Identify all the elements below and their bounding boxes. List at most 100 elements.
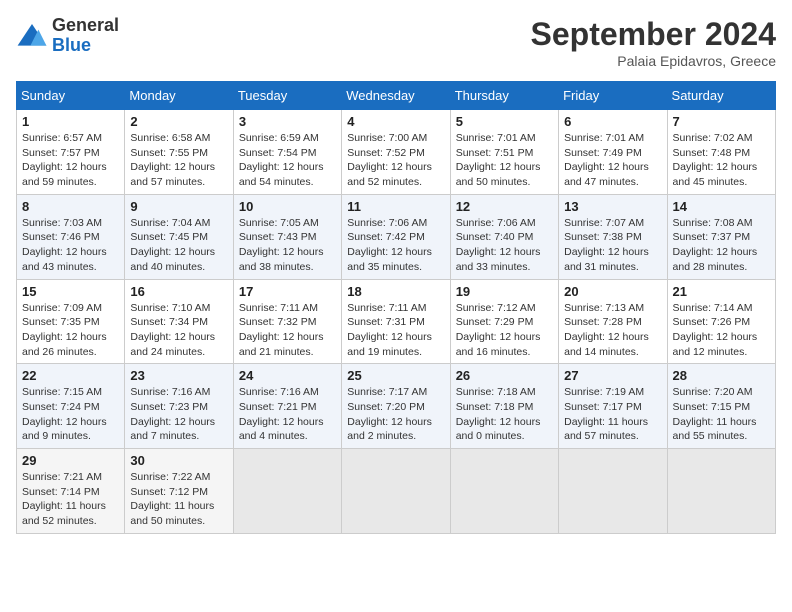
day-number: 24 xyxy=(239,368,336,383)
month-year-title: September 2024 xyxy=(531,16,776,53)
calendar-week-row: 15 Sunrise: 7:09 AM Sunset: 7:35 PM Dayl… xyxy=(17,279,776,364)
location-subtitle: Palaia Epidavros, Greece xyxy=(531,53,776,69)
col-monday: Monday xyxy=(125,82,233,110)
day-info: Sunrise: 7:15 AM Sunset: 7:24 PM Dayligh… xyxy=(22,385,119,444)
title-area: September 2024 Palaia Epidavros, Greece xyxy=(531,16,776,69)
calendar-table: Sunday Monday Tuesday Wednesday Thursday… xyxy=(16,81,776,534)
calendar-cell: 17 Sunrise: 7:11 AM Sunset: 7:32 PM Dayl… xyxy=(233,279,341,364)
day-info: Sunrise: 7:10 AM Sunset: 7:34 PM Dayligh… xyxy=(130,301,227,360)
day-number: 29 xyxy=(22,453,119,468)
day-number: 10 xyxy=(239,199,336,214)
calendar-cell xyxy=(233,449,341,534)
calendar-cell: 3 Sunrise: 6:59 AM Sunset: 7:54 PM Dayli… xyxy=(233,110,341,195)
day-number: 12 xyxy=(456,199,553,214)
day-number: 15 xyxy=(22,284,119,299)
col-thursday: Thursday xyxy=(450,82,558,110)
calendar-cell: 9 Sunrise: 7:04 AM Sunset: 7:45 PM Dayli… xyxy=(125,194,233,279)
logo: General Blue xyxy=(16,16,119,56)
day-info: Sunrise: 6:58 AM Sunset: 7:55 PM Dayligh… xyxy=(130,131,227,190)
day-info: Sunrise: 7:01 AM Sunset: 7:49 PM Dayligh… xyxy=(564,131,661,190)
day-info: Sunrise: 7:17 AM Sunset: 7:20 PM Dayligh… xyxy=(347,385,444,444)
calendar-cell: 12 Sunrise: 7:06 AM Sunset: 7:40 PM Dayl… xyxy=(450,194,558,279)
logo-blue: Blue xyxy=(52,35,91,55)
day-info: Sunrise: 7:02 AM Sunset: 7:48 PM Dayligh… xyxy=(673,131,770,190)
calendar-week-row: 8 Sunrise: 7:03 AM Sunset: 7:46 PM Dayli… xyxy=(17,194,776,279)
day-number: 4 xyxy=(347,114,444,129)
day-number: 2 xyxy=(130,114,227,129)
day-info: Sunrise: 7:04 AM Sunset: 7:45 PM Dayligh… xyxy=(130,216,227,275)
day-number: 27 xyxy=(564,368,661,383)
day-info: Sunrise: 7:11 AM Sunset: 7:32 PM Dayligh… xyxy=(239,301,336,360)
col-sunday: Sunday xyxy=(17,82,125,110)
calendar-cell: 19 Sunrise: 7:12 AM Sunset: 7:29 PM Dayl… xyxy=(450,279,558,364)
day-info: Sunrise: 7:01 AM Sunset: 7:51 PM Dayligh… xyxy=(456,131,553,190)
day-info: Sunrise: 6:57 AM Sunset: 7:57 PM Dayligh… xyxy=(22,131,119,190)
day-info: Sunrise: 7:06 AM Sunset: 7:40 PM Dayligh… xyxy=(456,216,553,275)
day-number: 19 xyxy=(456,284,553,299)
day-number: 9 xyxy=(130,199,227,214)
day-number: 25 xyxy=(347,368,444,383)
day-number: 22 xyxy=(22,368,119,383)
day-number: 7 xyxy=(673,114,770,129)
day-number: 26 xyxy=(456,368,553,383)
day-info: Sunrise: 7:09 AM Sunset: 7:35 PM Dayligh… xyxy=(22,301,119,360)
calendar-cell: 23 Sunrise: 7:16 AM Sunset: 7:23 PM Dayl… xyxy=(125,364,233,449)
day-info: Sunrise: 7:16 AM Sunset: 7:23 PM Dayligh… xyxy=(130,385,227,444)
calendar-cell: 26 Sunrise: 7:18 AM Sunset: 7:18 PM Dayl… xyxy=(450,364,558,449)
day-info: Sunrise: 6:59 AM Sunset: 7:54 PM Dayligh… xyxy=(239,131,336,190)
day-info: Sunrise: 7:06 AM Sunset: 7:42 PM Dayligh… xyxy=(347,216,444,275)
calendar-cell: 18 Sunrise: 7:11 AM Sunset: 7:31 PM Dayl… xyxy=(342,279,450,364)
calendar-cell: 24 Sunrise: 7:16 AM Sunset: 7:21 PM Dayl… xyxy=(233,364,341,449)
day-number: 8 xyxy=(22,199,119,214)
day-number: 20 xyxy=(564,284,661,299)
calendar-cell: 30 Sunrise: 7:22 AM Sunset: 7:12 PM Dayl… xyxy=(125,449,233,534)
calendar-header-row: Sunday Monday Tuesday Wednesday Thursday… xyxy=(17,82,776,110)
calendar-cell xyxy=(342,449,450,534)
calendar-week-row: 22 Sunrise: 7:15 AM Sunset: 7:24 PM Dayl… xyxy=(17,364,776,449)
calendar-cell: 2 Sunrise: 6:58 AM Sunset: 7:55 PM Dayli… xyxy=(125,110,233,195)
day-number: 16 xyxy=(130,284,227,299)
col-wednesday: Wednesday xyxy=(342,82,450,110)
day-info: Sunrise: 7:08 AM Sunset: 7:37 PM Dayligh… xyxy=(673,216,770,275)
day-number: 11 xyxy=(347,199,444,214)
page-header: General Blue September 2024 Palaia Epida… xyxy=(16,16,776,69)
day-info: Sunrise: 7:20 AM Sunset: 7:15 PM Dayligh… xyxy=(673,385,770,444)
day-info: Sunrise: 7:00 AM Sunset: 7:52 PM Dayligh… xyxy=(347,131,444,190)
calendar-cell: 22 Sunrise: 7:15 AM Sunset: 7:24 PM Dayl… xyxy=(17,364,125,449)
calendar-cell: 7 Sunrise: 7:02 AM Sunset: 7:48 PM Dayli… xyxy=(667,110,775,195)
day-info: Sunrise: 7:07 AM Sunset: 7:38 PM Dayligh… xyxy=(564,216,661,275)
day-number: 17 xyxy=(239,284,336,299)
logo-general: General xyxy=(52,15,119,35)
col-saturday: Saturday xyxy=(667,82,775,110)
calendar-cell: 29 Sunrise: 7:21 AM Sunset: 7:14 PM Dayl… xyxy=(17,449,125,534)
calendar-week-row: 1 Sunrise: 6:57 AM Sunset: 7:57 PM Dayli… xyxy=(17,110,776,195)
calendar-cell: 16 Sunrise: 7:10 AM Sunset: 7:34 PM Dayl… xyxy=(125,279,233,364)
calendar-cell xyxy=(667,449,775,534)
calendar-cell: 4 Sunrise: 7:00 AM Sunset: 7:52 PM Dayli… xyxy=(342,110,450,195)
day-number: 5 xyxy=(456,114,553,129)
day-info: Sunrise: 7:03 AM Sunset: 7:46 PM Dayligh… xyxy=(22,216,119,275)
day-number: 14 xyxy=(673,199,770,214)
calendar-cell: 14 Sunrise: 7:08 AM Sunset: 7:37 PM Dayl… xyxy=(667,194,775,279)
day-info: Sunrise: 7:22 AM Sunset: 7:12 PM Dayligh… xyxy=(130,470,227,529)
col-tuesday: Tuesday xyxy=(233,82,341,110)
day-info: Sunrise: 7:05 AM Sunset: 7:43 PM Dayligh… xyxy=(239,216,336,275)
calendar-cell: 25 Sunrise: 7:17 AM Sunset: 7:20 PM Dayl… xyxy=(342,364,450,449)
col-friday: Friday xyxy=(559,82,667,110)
calendar-week-row: 29 Sunrise: 7:21 AM Sunset: 7:14 PM Dayl… xyxy=(17,449,776,534)
calendar-cell: 15 Sunrise: 7:09 AM Sunset: 7:35 PM Dayl… xyxy=(17,279,125,364)
logo-icon xyxy=(16,20,48,52)
day-number: 3 xyxy=(239,114,336,129)
day-number: 28 xyxy=(673,368,770,383)
day-info: Sunrise: 7:21 AM Sunset: 7:14 PM Dayligh… xyxy=(22,470,119,529)
day-info: Sunrise: 7:12 AM Sunset: 7:29 PM Dayligh… xyxy=(456,301,553,360)
day-info: Sunrise: 7:13 AM Sunset: 7:28 PM Dayligh… xyxy=(564,301,661,360)
calendar-cell: 1 Sunrise: 6:57 AM Sunset: 7:57 PM Dayli… xyxy=(17,110,125,195)
calendar-cell: 11 Sunrise: 7:06 AM Sunset: 7:42 PM Dayl… xyxy=(342,194,450,279)
logo-text: General Blue xyxy=(52,16,119,56)
calendar-cell: 27 Sunrise: 7:19 AM Sunset: 7:17 PM Dayl… xyxy=(559,364,667,449)
day-number: 13 xyxy=(564,199,661,214)
day-number: 30 xyxy=(130,453,227,468)
day-number: 6 xyxy=(564,114,661,129)
day-info: Sunrise: 7:14 AM Sunset: 7:26 PM Dayligh… xyxy=(673,301,770,360)
